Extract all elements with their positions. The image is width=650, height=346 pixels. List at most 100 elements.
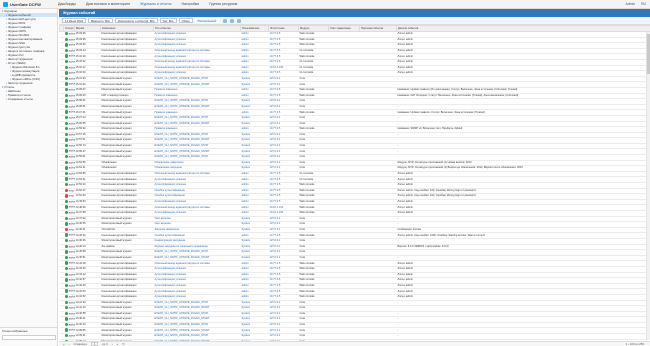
success-status-icon — [64, 110, 68, 114]
status-text: active — [68, 306, 75, 310]
success-status-icon — [64, 87, 68, 92]
status-cell: active — [63, 126, 75, 133]
status-text: active — [68, 82, 75, 86]
success-status-icon — [64, 261, 68, 265]
success-status-icon — [64, 93, 68, 97]
status-cell: active — [63, 311, 75, 318]
status-cell: active — [63, 132, 75, 139]
status-cell: active — [63, 115, 75, 122]
status-text: error — [68, 228, 75, 232]
success-status-icon — [64, 104, 68, 109]
tree-item[interactable]: ▪ Созданные отчеты — [0, 97, 57, 101]
success-status-icon — [64, 82, 68, 86]
status-text: active — [68, 54, 75, 58]
status-cell: active — [63, 305, 75, 312]
success-status-icon — [64, 328, 68, 332]
status-cell: active — [63, 160, 75, 167]
search-button[interactable]: Обзор — [178, 18, 193, 23]
status-text: active — [68, 121, 75, 125]
status-text: active — [68, 60, 75, 64]
success-status-icon — [64, 222, 68, 226]
export-icon[interactable] — [222, 18, 227, 23]
status-text: active — [68, 200, 75, 204]
error-status-icon — [64, 188, 68, 193]
events-table: Статус Время Компонент Тип события Пользоват… — [59, 25, 650, 346]
page-input[interactable]: 1 — [90, 342, 99, 346]
app-logo[interactable]: UserGate DCFW — [0, 1, 58, 7]
success-status-icon — [64, 289, 68, 293]
prev-page-button[interactable]: ‹ — [69, 342, 70, 346]
success-status-icon — [64, 99, 68, 103]
success-status-icon — [64, 127, 68, 131]
status-text: active — [68, 295, 75, 299]
last-page-button[interactable]: » — [117, 342, 119, 346]
error-status-icon — [64, 194, 68, 198]
main-menu: Дашборды Диагностика и мониторинг Журналы … — [58, 0, 247, 9]
status-cell: active — [63, 98, 75, 105]
success-status-icon — [64, 233, 68, 237]
status-text: active — [68, 216, 75, 220]
menu-item[interactable]: Журналы и отчеты — [140, 2, 171, 6]
status-cell: active — [63, 216, 75, 223]
status-cell: active — [63, 104, 75, 111]
status-cell: active — [63, 221, 75, 228]
status-text: error — [68, 194, 75, 198]
filter-type[interactable]: Тип: Все — [159, 18, 177, 23]
success-status-icon — [64, 121, 68, 125]
status-text: active — [68, 77, 75, 81]
first-page-button[interactable]: « — [63, 342, 65, 346]
user-menu[interactable]: Admin — [625, 2, 635, 6]
next-page-button[interactable]: › — [112, 342, 113, 346]
status-text: active — [68, 155, 75, 159]
settings-icon[interactable] — [236, 18, 241, 23]
status-text: active — [68, 172, 75, 176]
status-text: active — [68, 328, 75, 332]
status-cell: active — [63, 300, 75, 307]
record-count: 1 - 100 из 250 — [625, 342, 644, 346]
status-cell: active — [63, 37, 75, 44]
sidebar: ▾ Журналы ▪ Журнал событий ▪ Журнал веб-до… — [0, 9, 58, 346]
status-text: active — [68, 105, 75, 109]
status-text: active — [68, 32, 75, 36]
status-cell: active — [63, 176, 75, 183]
status-text: active — [68, 144, 75, 148]
refresh-icon[interactable] — [229, 18, 234, 23]
nav-tree: ▾ Журналы ▪ Журнал событий ▪ Журнал веб-до… — [0, 9, 57, 101]
language-selector[interactable]: RU — [641, 2, 646, 6]
success-status-icon — [64, 294, 68, 299]
status-text: active — [68, 116, 75, 120]
status-cell: active — [63, 322, 75, 329]
menu-item[interactable]: Группы ресурсов — [209, 2, 237, 6]
favorites-title: Только избранные — [2, 329, 28, 333]
status-text: active — [68, 239, 75, 243]
status-text: active — [68, 222, 75, 226]
filter-importance[interactable]: Важность: Все — [88, 18, 113, 23]
success-status-icon — [64, 244, 68, 248]
reload-icon[interactable]: ↻ — [122, 342, 124, 346]
status-cell: active — [63, 93, 75, 100]
favorites-search-input[interactable] — [2, 335, 56, 340]
status-cell: active — [63, 87, 75, 94]
status-cell: active — [63, 232, 75, 239]
period-selector[interactable]: 14 Июня 2022 — [62, 18, 87, 23]
filter-components[interactable]: Компоненты и события: Все — [114, 18, 158, 23]
status-text: active — [68, 161, 75, 165]
menu-item[interactable]: Дашборды — [58, 2, 76, 6]
success-status-icon — [64, 211, 68, 215]
status-cell: active — [63, 137, 75, 144]
menu-item[interactable]: Диагностика и мониторинг — [86, 2, 130, 6]
status-cell: active — [63, 154, 75, 161]
status-cell: active — [63, 244, 75, 251]
status-cell: active — [63, 294, 75, 301]
advanced-search-link[interactable]: Расширенный — [194, 18, 219, 23]
status-text: active — [68, 37, 75, 41]
pagination-bar: « ‹ Страница 1 из 3 › » ↻ 1 - 100 из 250 — [59, 341, 650, 346]
status-text: active — [68, 272, 75, 276]
page-total: из 3 — [102, 342, 108, 346]
success-status-icon — [64, 71, 68, 75]
menu-item[interactable]: Настройки — [181, 2, 199, 6]
success-status-icon — [64, 199, 68, 204]
toolbar: 14 Июня 2022 Важность: Все Компоненты и … — [59, 17, 650, 25]
status-cell: active — [63, 333, 75, 340]
table-scrollbar[interactable] — [646, 32, 650, 340]
